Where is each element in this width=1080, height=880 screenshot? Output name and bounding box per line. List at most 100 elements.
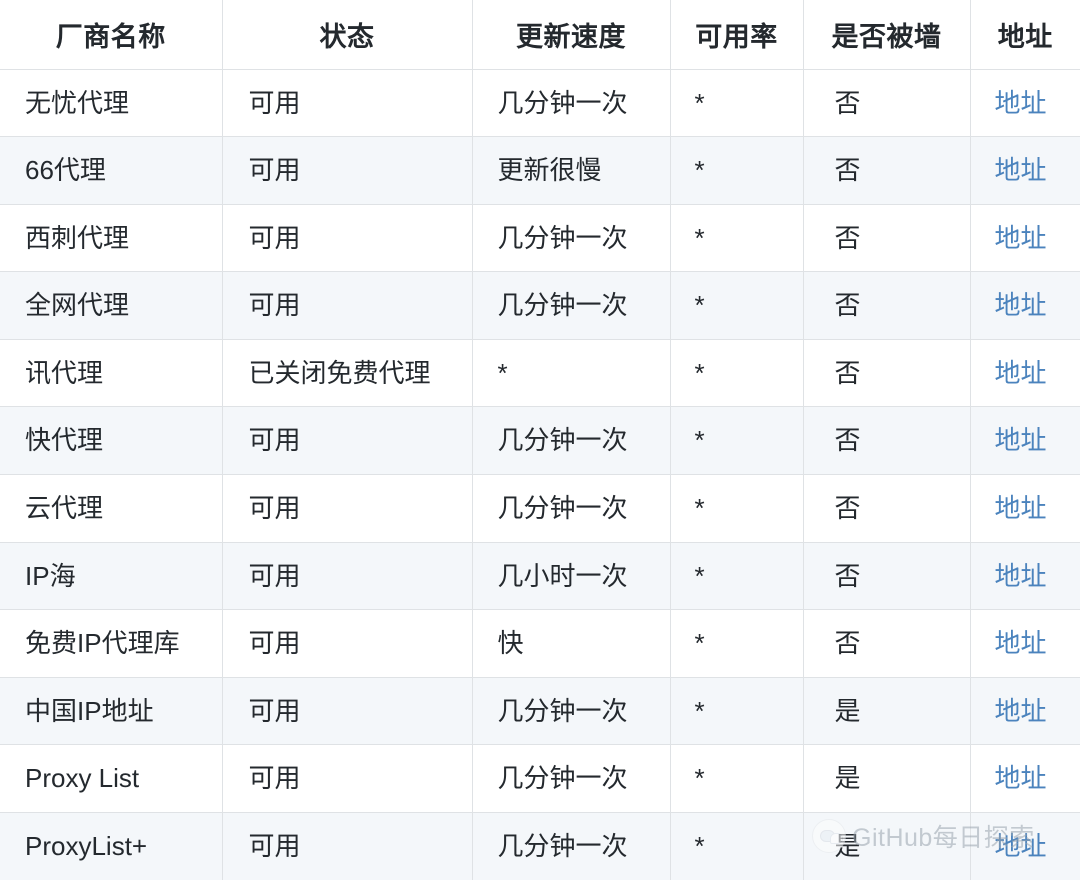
address-link[interactable]: 地址	[995, 155, 1047, 185]
cell-wall: 否	[803, 406, 971, 476]
address-link[interactable]: 地址	[995, 628, 1047, 658]
cell-rate: *	[670, 406, 804, 476]
cell-speed: 几小时一次	[472, 542, 671, 611]
cell-link[interactable]: 地址	[970, 744, 1080, 814]
cell-status: 可用	[222, 271, 473, 340]
column-header-status: 状态	[222, 0, 473, 70]
column-header-vendor: 厂商名称	[0, 0, 223, 70]
cell-vendor: IP海	[0, 542, 223, 611]
cell-wall: 否	[803, 474, 971, 543]
cell-link[interactable]: 地址	[970, 406, 1080, 476]
cell-status: 可用	[222, 677, 473, 746]
table-row: 免费IP代理库 可用快 * 否地址	[0, 609, 1080, 678]
cell-vendor: 中国IP地址	[0, 677, 223, 746]
cell-wall: 是	[803, 812, 971, 880]
table-row: 中国IP地址 可用 几分钟一次 * 是地址	[0, 677, 1080, 746]
cell-vendor: ProxyList+	[0, 812, 223, 880]
column-header-wall: 是否被墙	[803, 0, 971, 70]
cell-speed: 几分钟一次	[472, 677, 671, 746]
address-link[interactable]: 地址	[995, 831, 1047, 861]
cell-status: 可用	[222, 204, 473, 273]
cell-speed: 几分钟一次	[472, 812, 671, 880]
cell-vendor: 66代理	[0, 136, 223, 205]
cell-vendor: 西刺代理	[0, 204, 223, 273]
cell-speed: 几分钟一次	[472, 406, 671, 476]
cell-vendor: 免费IP代理库	[0, 609, 223, 678]
table-body: 无忧代理 可用 几分钟一次 * 否地址 66代理 可用 更新很慢 * 否地址 西刺代理 可用 几分钟一次…	[0, 69, 1080, 880]
cell-wall: 否	[803, 271, 971, 340]
address-link[interactable]: 地址	[995, 88, 1047, 118]
table-row: Proxy List 可用 几分钟一次 * 是地址	[0, 744, 1080, 814]
cell-rate: *	[670, 474, 804, 543]
table-row: ProxyList+ 可用 几分钟一次 * 是地址	[0, 812, 1080, 880]
page-root: 厂商名称 状态 更新速度 可用率 是否被墙 地址 无忧代理 可用 几分钟一次 * 否地址 66代理可…	[0, 0, 1080, 880]
cell-status: 可用	[222, 406, 473, 476]
cell-rate: *	[670, 136, 804, 205]
address-link[interactable]: 地址	[995, 561, 1047, 591]
cell-link[interactable]: 地址	[970, 474, 1080, 543]
cell-vendor: 讯代理	[0, 339, 223, 408]
cell-wall: 否	[803, 609, 971, 678]
cell-speed: 几分钟一次	[472, 204, 671, 273]
address-link[interactable]: 地址	[995, 493, 1047, 523]
cell-vendor: 全网代理	[0, 271, 223, 340]
cell-speed: 几分钟一次	[472, 69, 671, 138]
cell-vendor: 快代理	[0, 406, 223, 476]
table-header: 厂商名称 状态 更新速度 可用率 是否被墙 地址	[0, 0, 1080, 70]
cell-vendor: 云代理	[0, 474, 223, 543]
cell-wall: 否	[803, 542, 971, 611]
cell-status: 可用	[222, 136, 473, 205]
cell-status: 已关闭免费代理	[222, 339, 473, 408]
cell-link[interactable]: 地址	[970, 271, 1080, 340]
table-row: 66代理 可用 更新很慢 * 否地址	[0, 136, 1080, 205]
cell-rate: *	[670, 744, 804, 814]
cell-rate: *	[670, 271, 804, 340]
cell-link[interactable]: 地址	[970, 542, 1080, 611]
table-header-row: 厂商名称 状态 更新速度 可用率 是否被墙 地址	[0, 0, 1080, 70]
cell-link[interactable]: 地址	[970, 136, 1080, 205]
cell-rate: *	[670, 677, 804, 746]
table-row: 全网代理 可用 几分钟一次 * 否地址	[0, 271, 1080, 340]
cell-wall: 否	[803, 136, 971, 205]
cell-wall: 是	[803, 677, 971, 746]
cell-link[interactable]: 地址	[970, 69, 1080, 138]
address-link[interactable]: 地址	[995, 696, 1047, 726]
cell-status: 可用	[222, 69, 473, 138]
cell-status: 可用	[222, 744, 473, 814]
cell-link[interactable]: 地址	[970, 609, 1080, 678]
cell-status: 可用	[222, 812, 473, 880]
cell-link[interactable]: 地址	[970, 339, 1080, 408]
address-link[interactable]: 地址	[995, 425, 1047, 455]
column-header-speed: 更新速度	[472, 0, 671, 70]
cell-rate: *	[670, 204, 804, 273]
table-row: 西刺代理 可用 几分钟一次 * 否地址	[0, 204, 1080, 273]
cell-status: 可用	[222, 474, 473, 543]
cell-rate: *	[670, 542, 804, 611]
cell-status: 可用	[222, 542, 473, 611]
proxy-provider-table: 厂商名称 状态 更新速度 可用率 是否被墙 地址 无忧代理 可用 几分钟一次 * 否地址 66代理可…	[0, 0, 1080, 880]
cell-link[interactable]: 地址	[970, 677, 1080, 746]
address-link[interactable]: 地址	[995, 763, 1047, 793]
cell-rate: *	[670, 339, 804, 408]
cell-status: 可用	[222, 609, 473, 678]
column-header-rate: 可用率	[670, 0, 804, 70]
cell-link[interactable]: 地址	[970, 204, 1080, 273]
cell-speed: 几分钟一次	[472, 474, 671, 543]
cell-link[interactable]: 地址	[970, 812, 1080, 880]
cell-rate: *	[670, 609, 804, 678]
cell-wall: 否	[803, 69, 971, 138]
cell-speed: *	[472, 339, 671, 408]
cell-vendor: 无忧代理	[0, 69, 223, 138]
cell-wall: 否	[803, 204, 971, 273]
column-header-link: 地址	[970, 0, 1080, 70]
table-row: 无忧代理 可用 几分钟一次 * 否地址	[0, 69, 1080, 138]
cell-speed: 几分钟一次	[472, 271, 671, 340]
cell-speed: 快	[472, 609, 671, 678]
cell-wall: 是	[803, 744, 971, 814]
cell-rate: *	[670, 812, 804, 880]
table-row: 云代理 可用 几分钟一次 * 否地址	[0, 474, 1080, 543]
address-link[interactable]: 地址	[995, 223, 1047, 253]
address-link[interactable]: 地址	[995, 358, 1047, 388]
cell-speed: 几分钟一次	[472, 744, 671, 814]
address-link[interactable]: 地址	[995, 290, 1047, 320]
